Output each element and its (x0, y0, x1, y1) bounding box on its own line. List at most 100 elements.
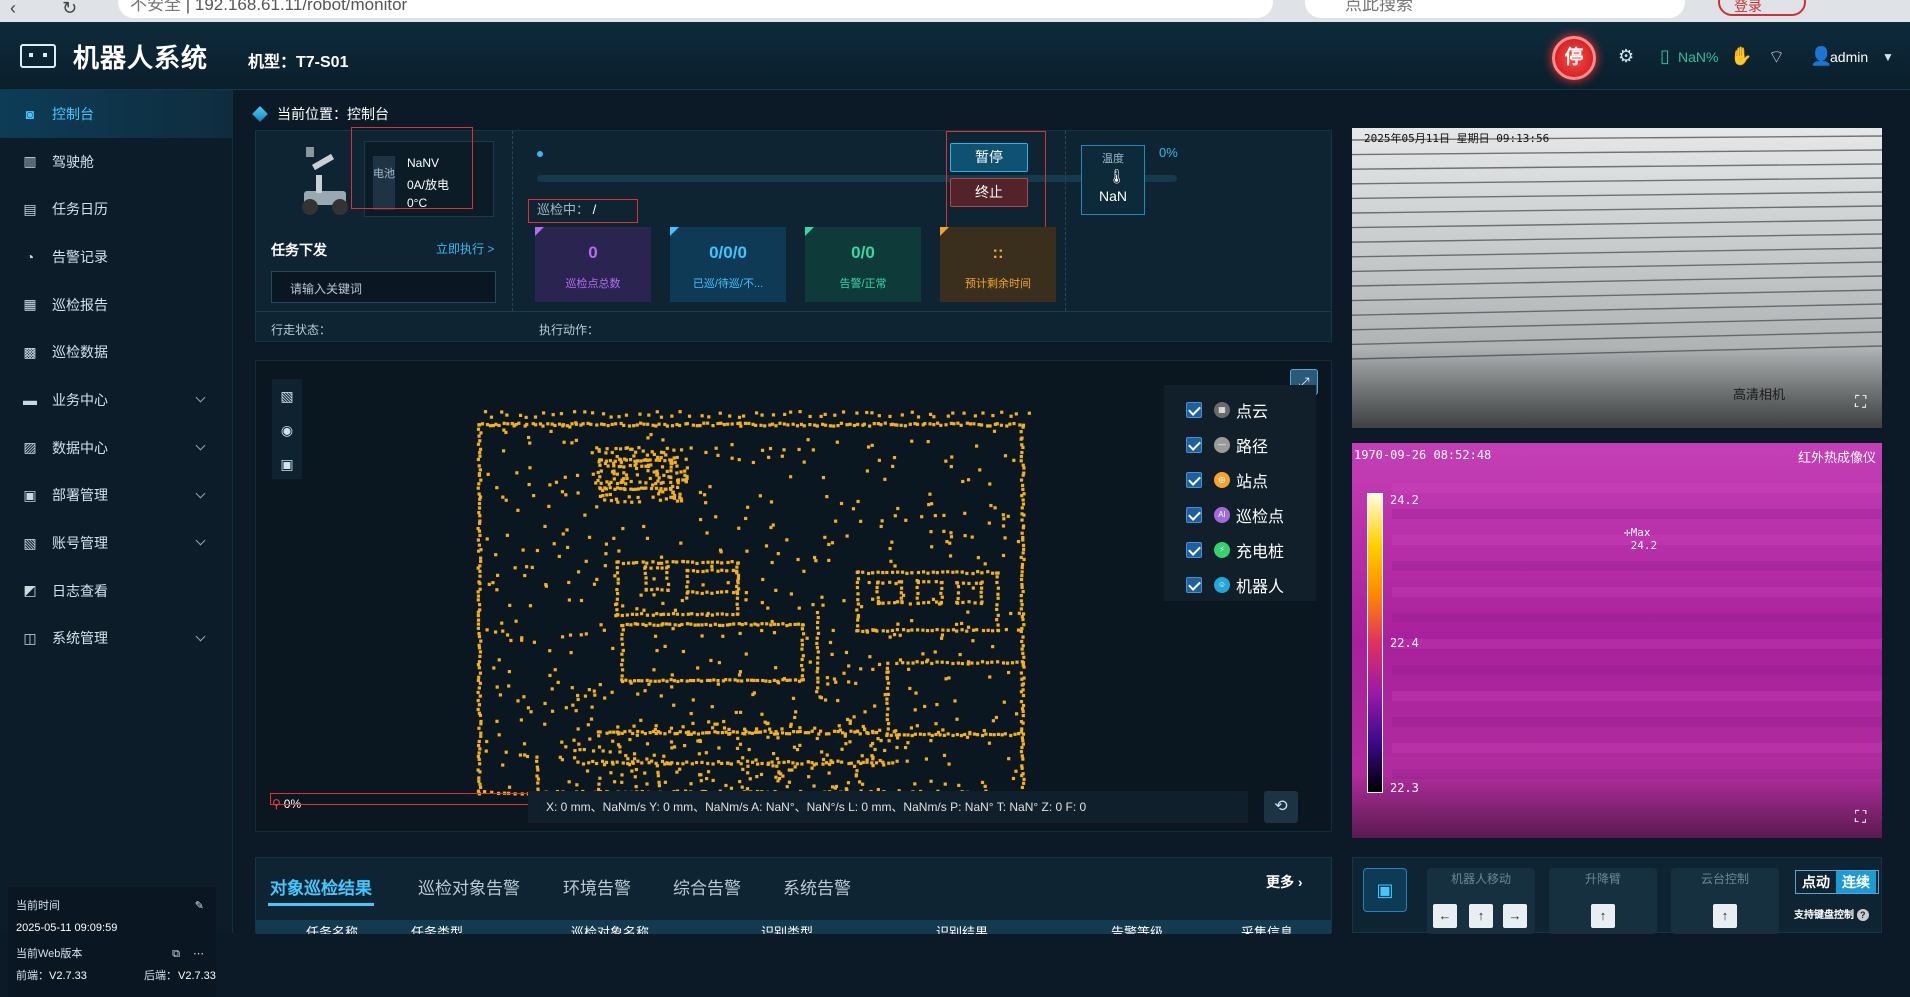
stat-card: 0/0/0 已巡/待巡/不... (670, 227, 786, 302)
sidebar-item-1[interactable]: ▥ 驾驶舱 (0, 138, 232, 186)
tab-0[interactable]: 对象巡检结果 (270, 874, 372, 899)
login-button[interactable]: 登录 (1718, 0, 1806, 16)
jog-mode[interactable]: 点动 (1796, 871, 1836, 893)
sidebar-item-2[interactable]: ▤ 任务日历 (0, 185, 232, 233)
temperature-label: 温度 (1102, 153, 1124, 165)
calendar-icon: ▤ (23, 200, 37, 217)
hd-camera-view[interactable]: 2025年05月11日 星期日 09:13:56 高清相机 ⛶ (1352, 128, 1882, 428)
reset-view-button[interactable]: ⟲ (1264, 791, 1298, 823)
active-tab-indicator (268, 903, 374, 906)
layer-toggle[interactable]: AI 巡检点 (1186, 498, 1284, 532)
sidebar-item-9[interactable]: ▧ 账号管理 (0, 519, 232, 567)
layer-toggle[interactable]: ☺ 机器人 (1186, 568, 1284, 602)
hand-icon[interactable]: ✋ (1730, 46, 1752, 67)
pose-readout: X: 0 mm、NaNm/s Y: 0 mm、NaNm/s A: NaN°、Na… (528, 791, 1248, 823)
layer-toggle[interactable]: ▦ 点云 (1186, 393, 1268, 427)
backend-version: V2.7.33 (178, 970, 216, 982)
sidebar-item-6[interactable]: ▬ 业务中心 (0, 376, 232, 424)
sidebar-item-5[interactable]: ▩ 巡检数据 (0, 328, 232, 376)
layer-checkbox[interactable] (1186, 542, 1202, 558)
alarm-icon: ◔ (25, 248, 35, 265)
layer-checkbox[interactable] (1186, 402, 1202, 418)
column-header[interactable]: 任务类型 (411, 922, 463, 934)
column-header[interactable]: 告警等级 (1111, 922, 1163, 934)
column-header[interactable]: 采集信息 (1241, 922, 1293, 934)
thermal-fullscreen-icon[interactable]: ⛶ (1855, 809, 1866, 827)
control-mode-toggle[interactable]: 点动 连续 (1795, 870, 1879, 894)
thermal-camera-view[interactable]: 1970-09-26 08:52:48 红外热成像仪 24.2 22.4 22.… (1352, 443, 1882, 838)
stat-label: 已巡/待巡/不... (692, 278, 764, 290)
sidebar-item-label: 控制台 (52, 105, 94, 122)
user-name[interactable]: admin (1830, 49, 1868, 65)
ptz-up-button[interactable]: ↑ (1713, 904, 1737, 928)
user-dropdown-icon[interactable]: ▼ (1882, 50, 1894, 64)
sidebar-item-7[interactable]: ▨ 数据中心 (0, 424, 232, 472)
address-bar[interactable]: 不安全 | 192.168.61.11/robot/monitor (118, 0, 1273, 18)
sidebar-item-label: 数据中心 (52, 439, 108, 456)
stat-card: :: 预计剩余时间 (940, 227, 1056, 302)
column-header[interactable]: 巡检对象名称 (571, 922, 649, 934)
security-label: 不安全 (130, 0, 181, 14)
continuous-mode[interactable]: 连续 (1836, 871, 1876, 893)
status-bottom-row: 行走状态： 执行动作： (256, 311, 1331, 342)
move-left-button[interactable]: ← (1433, 904, 1457, 928)
task-keyword-input[interactable]: 请输入关键词 (271, 271, 496, 303)
back-icon[interactable]: ‹ (10, 0, 16, 19)
tab-2[interactable]: 环境告警 (563, 874, 631, 899)
sidebar-item-11[interactable]: ◫ 系统管理 (0, 615, 232, 663)
browser-toolbar: ‹ ↻ 不安全 | 192.168.61.11/robot/monitor 点此… (0, 0, 1910, 22)
sidebar-item-label: 巡检报告 (52, 296, 108, 313)
copy-icon[interactable]: ⧉ (172, 943, 180, 965)
thermal-label: 红外热成像仪 (1798, 450, 1877, 465)
column-header[interactable]: 识别结果 (936, 922, 988, 934)
more-link[interactable]: 更多 › (1266, 872, 1303, 892)
chevron-down-icon (195, 631, 206, 642)
max-temp-marker: ✢Max 24.2 (1624, 526, 1658, 552)
column-header[interactable]: 任务名称 (306, 922, 358, 934)
stat-value: 0/0/0 (709, 243, 747, 262)
sidebar-item-0[interactable]: ◙ 控制台 (0, 90, 232, 138)
emergency-stop-button[interactable]: 停 (1552, 36, 1596, 80)
wifi-icon: ⌔ (1768, 47, 1785, 67)
reload-icon[interactable]: ↻ (62, 0, 77, 19)
battery-value: NaN% (1678, 49, 1719, 65)
layer-toggle[interactable]: — 路径 (1186, 428, 1268, 462)
sidebar-item-8[interactable]: ▣ 部署管理 (0, 472, 232, 520)
settings-icon: ◫ (23, 629, 37, 646)
more-icon[interactable]: ⋯ (193, 943, 204, 965)
column-header[interactable]: 识别类型 (761, 922, 813, 934)
help-icon[interactable]: ? (1856, 909, 1869, 921)
progress-dot (537, 151, 543, 157)
hd-camera-label: 高清相机 (1733, 387, 1786, 402)
layer-toggle[interactable]: ◎ 站点 (1186, 463, 1268, 497)
move-right-button[interactable]: → (1503, 904, 1527, 928)
map-panel[interactable]: ▧ ◉ ▣ ⤢ ▦ 点云 — 路径 ◎ 站点 AI 巡检点 ⚡ 充电桩 ☺ 机器人 ⚲ 0% X: 0 … (255, 360, 1332, 832)
layer-toggle[interactable]: ⚡ 充电桩 (1186, 533, 1284, 567)
browser-search[interactable]: 点此搜索 (1305, 0, 1685, 18)
execute-now-link[interactable]: 立即执行 > (436, 240, 494, 257)
robot-control-icon[interactable]: ▣ (1363, 868, 1407, 912)
sidebar-item-4[interactable]: ▦ 巡检报告 (0, 281, 232, 329)
layer-icon: ☺ (1214, 577, 1230, 593)
hd-camera-fullscreen-icon[interactable]: ⛶ (1855, 394, 1866, 412)
sidebar-item-label: 任务日历 (52, 201, 108, 218)
task-progress-pct: 0% (1159, 145, 1178, 160)
layer-label: 点云 (1236, 404, 1269, 421)
sidebar-item-3[interactable]: ◔ 告警记录 (0, 233, 232, 281)
layer-checkbox[interactable] (1186, 437, 1202, 453)
layer-checkbox[interactable] (1186, 577, 1202, 593)
move-forward-button[interactable]: ↑ (1469, 904, 1493, 928)
sidebar-item-label: 驾驶舱 (52, 153, 94, 170)
sidebar-item-10[interactable]: ◩ 日志查看 (0, 567, 232, 615)
edit-icon[interactable]: ✎ (195, 895, 204, 917)
tab-1[interactable]: 巡检对象告警 (418, 874, 520, 899)
tab-3[interactable]: 综合告警 (673, 874, 741, 899)
battery-icon: ▯ (1660, 46, 1670, 66)
layer-checkbox[interactable] (1186, 472, 1202, 488)
tab-4[interactable]: 系统告警 (783, 874, 851, 899)
ptz-label: 云台控制 (1700, 872, 1749, 886)
robot-status-icon[interactable]: ⚙ (1618, 46, 1634, 67)
lift-up-button[interactable]: ↑ (1591, 904, 1615, 928)
layer-checkbox[interactable] (1186, 507, 1202, 523)
frontend-label: 前端： (16, 970, 49, 982)
